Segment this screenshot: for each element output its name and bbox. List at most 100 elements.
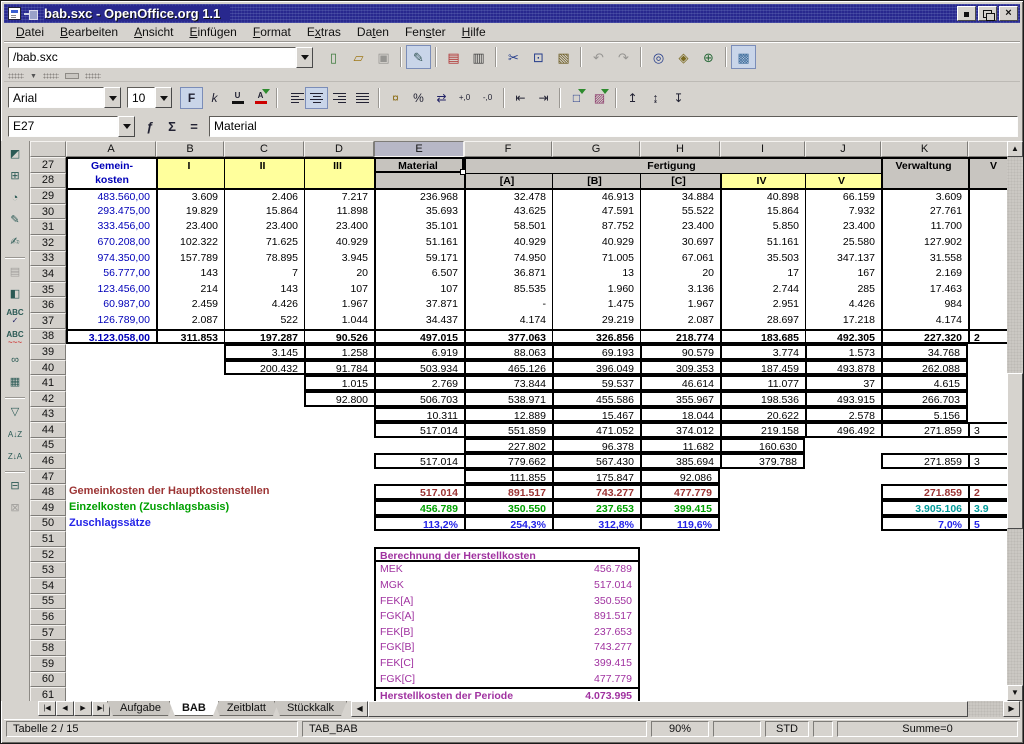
cell-L56[interactable] <box>968 609 1009 625</box>
last-sheet-button[interactable]: ▶| <box>92 701 110 716</box>
cell-K35[interactable]: 17.463 <box>881 282 968 298</box>
minimize-button[interactable] <box>957 6 976 21</box>
cell-I37[interactable]: 28.697 <box>720 313 805 329</box>
cell-E51[interactable] <box>374 531 464 547</box>
cell-K59[interactable] <box>881 656 968 672</box>
cell-B31[interactable]: 23.400 <box>156 219 224 235</box>
cell-K32[interactable]: 127.902 <box>881 235 968 251</box>
new-document-icon[interactable]: ▯ <box>321 45 346 69</box>
cell-J37[interactable]: 17.218 <box>805 313 881 329</box>
cell-C41[interactable] <box>224 375 304 391</box>
cell-I56[interactable] <box>720 609 805 625</box>
cell-L58[interactable] <box>968 640 1009 656</box>
cell-E57[interactable]: FEK[B] <box>374 625 552 641</box>
cell-K27[interactable]: Verwaltung <box>881 157 968 173</box>
row-header-41[interactable]: 41 <box>30 375 66 391</box>
row-header-35[interactable]: 35 <box>30 282 66 298</box>
cell-L54[interactable] <box>968 578 1009 594</box>
cell-L50[interactable]: 5 <box>968 516 1009 532</box>
cell-G42[interactable]: 455.586 <box>552 391 640 407</box>
cell-I40[interactable]: 187.459 <box>720 360 805 376</box>
cell-K41[interactable]: 4.615 <box>881 375 968 391</box>
cell-C51[interactable] <box>224 531 304 547</box>
cell-E35[interactable]: 107 <box>374 282 464 298</box>
cell-L59[interactable] <box>968 656 1009 672</box>
app-icon[interactable] <box>8 7 21 20</box>
dock-handle-icon[interactable] <box>8 73 24 79</box>
cell-H53[interactable] <box>640 562 720 578</box>
cell-L27[interactable]: V <box>968 157 1009 173</box>
column-header-F[interactable]: F <box>464 141 552 157</box>
status-sum[interactable]: Summe=0 <box>837 721 1018 737</box>
cell-E30[interactable]: 35.693 <box>374 204 464 220</box>
row-header-44[interactable]: 44 <box>30 422 66 438</box>
cell-C56[interactable] <box>224 609 304 625</box>
delete-decimal-icon[interactable]: -,0 <box>476 87 499 109</box>
edit-mode-icon[interactable]: ✎ <box>406 45 431 69</box>
cell-A57[interactable] <box>66 625 156 641</box>
cell-A53[interactable] <box>66 562 156 578</box>
pin-toolbar-icon[interactable] <box>65 73 79 79</box>
column-header-I[interactable]: I <box>720 141 805 157</box>
cell-G32[interactable]: 40.929 <box>552 235 640 251</box>
row-header-55[interactable]: 55 <box>30 594 66 610</box>
cell-E40[interactable]: 503.934 <box>374 360 464 376</box>
cell-L57[interactable] <box>968 625 1009 641</box>
cell-J56[interactable] <box>805 609 881 625</box>
cell-G57[interactable]: 237.653 <box>552 625 640 641</box>
row-header-38[interactable]: 38 <box>30 329 66 345</box>
cell-F32[interactable]: 40.929 <box>464 235 552 251</box>
cell-I61[interactable] <box>720 687 805 701</box>
menu-hilfe[interactable]: Hilfe <box>454 24 494 40</box>
cell-I47[interactable] <box>720 469 805 485</box>
cell-L52[interactable] <box>968 547 1009 563</box>
cell-B34[interactable]: 143 <box>156 266 224 282</box>
cell-H36[interactable]: 1.967 <box>640 297 720 313</box>
cell-A27[interactable]: Gemein- <box>66 157 156 173</box>
function-icon[interactable]: = <box>183 116 205 136</box>
cell-B51[interactable] <box>156 531 224 547</box>
cell-B59[interactable] <box>156 656 224 672</box>
cell-A37[interactable]: 126.789,00 <box>66 313 156 329</box>
cell-D55[interactable] <box>304 594 374 610</box>
cell-K49[interactable]: 3.905.106 <box>881 500 968 516</box>
cell-A42[interactable] <box>66 391 156 407</box>
cell-L46[interactable]: 3 <box>968 453 1009 469</box>
cell-C59[interactable] <box>224 656 304 672</box>
cell-I34[interactable]: 17 <box>720 266 805 282</box>
cell-L29[interactable] <box>968 188 1009 204</box>
cell-E45[interactable] <box>374 438 464 454</box>
cell-H44[interactable]: 374.012 <box>640 422 720 438</box>
cell-L60[interactable] <box>968 672 1009 688</box>
select-all-corner[interactable] <box>30 141 66 157</box>
cell-C61[interactable] <box>224 687 304 701</box>
cell-B28[interactable] <box>156 173 224 189</box>
cell-B45[interactable] <box>156 438 224 454</box>
align-justify-icon[interactable] <box>351 87 374 109</box>
cell-I49[interactable] <box>720 500 805 516</box>
cell-E36[interactable]: 37.871 <box>374 297 464 313</box>
cell-B57[interactable] <box>156 625 224 641</box>
cell-G55[interactable]: 350.550 <box>552 594 640 610</box>
cell-E38[interactable]: 497.015 <box>374 329 464 345</box>
cell-C39[interactable]: 3.145 <box>224 344 304 360</box>
italic-icon[interactable]: k <box>203 87 226 109</box>
cell-H38[interactable]: 218.774 <box>640 329 720 345</box>
cell-K44[interactable]: 271.859 <box>881 422 968 438</box>
cell-D30[interactable]: 11.898 <box>304 204 374 220</box>
cell-J54[interactable] <box>805 578 881 594</box>
cell-L55[interactable] <box>968 594 1009 610</box>
cell-L61[interactable] <box>968 687 1009 701</box>
cell-I44[interactable]: 219.158 <box>720 422 805 438</box>
cell-G54[interactable]: 517.014 <box>552 578 640 594</box>
vertical-scrollbar[interactable]: ▲ ▼ <box>1007 141 1023 701</box>
cell-L42[interactable] <box>968 391 1009 407</box>
cell-L53[interactable] <box>968 562 1009 578</box>
row-header-32[interactable]: 32 <box>30 235 66 251</box>
url-input[interactable] <box>8 47 296 68</box>
cell-C55[interactable] <box>224 594 304 610</box>
cell-K37[interactable]: 4.174 <box>881 313 968 329</box>
row-header-39[interactable]: 39 <box>30 344 66 360</box>
cell-K45[interactable] <box>881 438 968 454</box>
cell-D60[interactable] <box>304 672 374 688</box>
